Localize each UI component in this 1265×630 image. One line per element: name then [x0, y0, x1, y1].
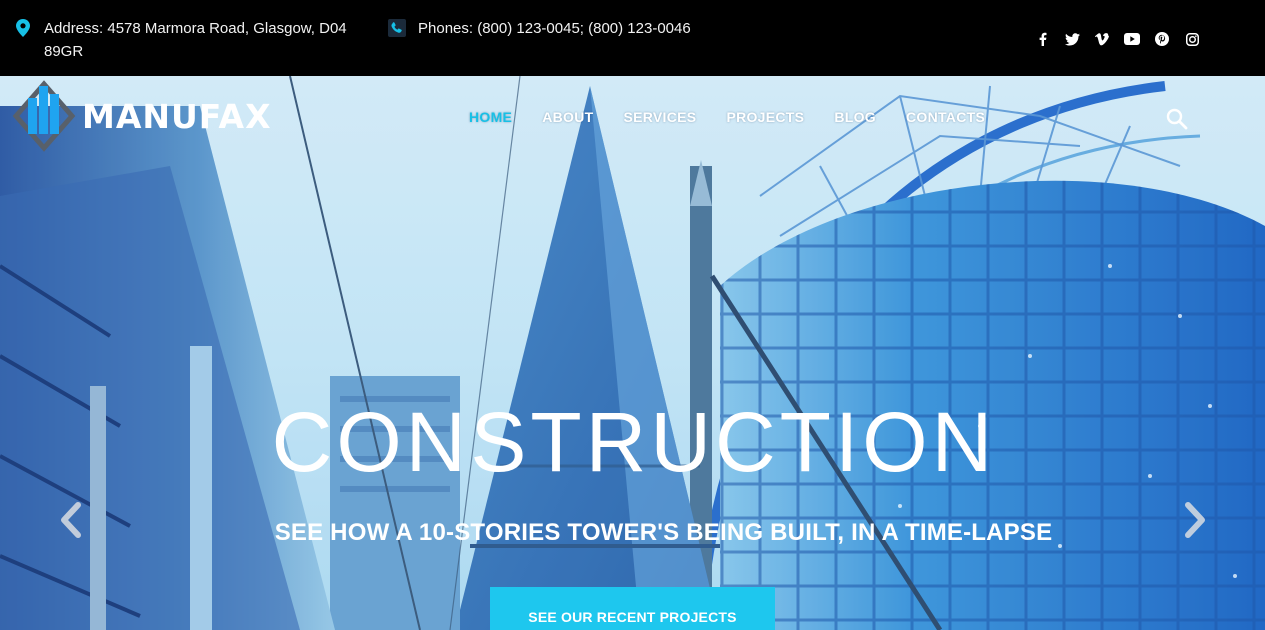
nav-home[interactable]: HOME [469, 109, 512, 125]
phones-text: Phones: (800) 123-0045; (800) 123-0046 [418, 20, 691, 37]
search-icon[interactable] [1164, 106, 1190, 132]
see-projects-button[interactable]: SEE OUR RECENT PROJECTS [490, 587, 775, 630]
phone-info: Phones: (800) 123-0045; (800) 123-0046 [388, 17, 748, 40]
main-nav: HOME ABOUT SERVICES PROJECTS BLOG CONTAC… [469, 109, 1015, 125]
nav-blog[interactable]: BLOG [834, 109, 876, 125]
social-links [1027, 30, 1207, 48]
slide-title: CONSTRUCTION [271, 395, 997, 489]
chevron-right-icon[interactable] [1180, 500, 1210, 540]
address-text: Address: 4578 Marmora Road, Glasgow, D04… [44, 20, 347, 60]
logo-mark-icon [12, 80, 76, 152]
map-pin-icon [14, 17, 32, 39]
address-info: Address: 4578 Marmora Road, Glasgow, D04… [14, 17, 364, 63]
facebook-icon[interactable] [1027, 30, 1057, 48]
slide-subtitle: SEE HOW A 10-STORIES TOWER'S BEING BUILT… [274, 519, 1053, 546]
nav-about[interactable]: ABOUT [542, 109, 593, 125]
instagram-icon[interactable] [1177, 30, 1207, 48]
top-bar: Address: 4578 Marmora Road, Glasgow, D04… [0, 0, 1265, 76]
nav-projects[interactable]: PROJECTS [726, 109, 804, 125]
nav-services[interactable]: SERVICES [623, 109, 696, 125]
phone-icon [388, 17, 406, 39]
youtube-icon[interactable] [1117, 30, 1147, 48]
hero-slider: MANUFAX HOME ABOUT SERVICES PROJECTS BLO… [0, 76, 1265, 630]
logo[interactable]: MANUFAX [12, 80, 272, 152]
vimeo-icon[interactable] [1087, 30, 1117, 48]
chevron-left-icon[interactable] [56, 500, 86, 540]
twitter-icon[interactable] [1057, 30, 1087, 48]
pinterest-icon[interactable] [1147, 30, 1177, 48]
nav-contacts[interactable]: CONTACTS [906, 109, 985, 125]
logo-text: MANUFAX [82, 96, 272, 136]
